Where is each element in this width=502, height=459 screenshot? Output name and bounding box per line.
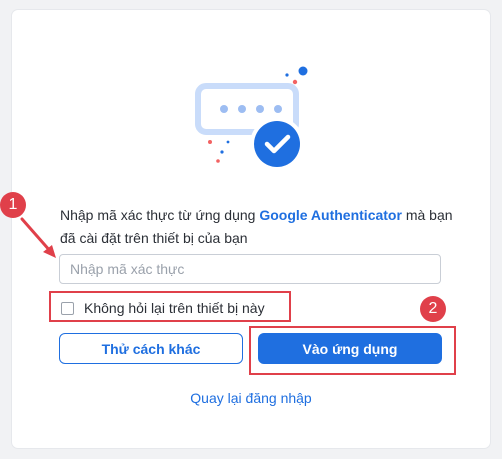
remember-device-option[interactable]: Không hỏi lại trên thiết bị này bbox=[61, 296, 265, 320]
submit-button[interactable]: Vào ứng dụng bbox=[258, 333, 442, 364]
decor-dot bbox=[208, 140, 212, 144]
decor-dot bbox=[220, 150, 224, 154]
check-circle-icon bbox=[250, 117, 304, 171]
remember-device-checkbox[interactable] bbox=[61, 301, 74, 315]
try-another-method-button[interactable]: Thử cách khác bbox=[59, 333, 243, 364]
otp-check-illustration bbox=[195, 66, 308, 171]
decor-dot bbox=[285, 73, 289, 77]
decor-dot bbox=[226, 140, 230, 144]
decor-dot bbox=[216, 159, 220, 163]
annotation-badge-2: 2 bbox=[420, 296, 446, 322]
decor-dot bbox=[298, 66, 308, 76]
instruction-prefix: Nhập mã xác thực từ ứng dụng bbox=[60, 207, 256, 223]
back-to-login-label: Quay lại đăng nhập bbox=[190, 390, 312, 406]
decor-dot bbox=[292, 79, 298, 85]
annotation-badge-1: 1 bbox=[0, 192, 26, 218]
verification-code-input[interactable] bbox=[59, 254, 441, 284]
instruction-text: Nhập mã xác thực từ ứng dụng Google Auth… bbox=[60, 204, 455, 250]
back-to-login-link[interactable]: Quay lại đăng nhập bbox=[0, 390, 502, 406]
authenticator-app-name: Google Authenticator bbox=[259, 207, 402, 223]
remember-device-label: Không hỏi lại trên thiết bị này bbox=[84, 300, 265, 316]
